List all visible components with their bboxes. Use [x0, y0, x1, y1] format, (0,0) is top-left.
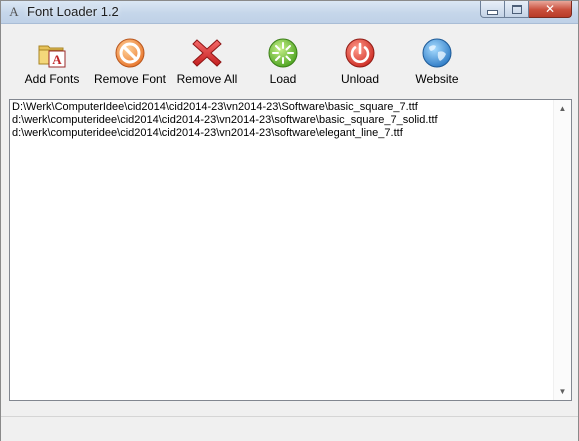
- power-icon: [345, 38, 375, 68]
- font-loader-window: A Font Loader 1.2 ✕ A Add Fonts Remove F…: [0, 0, 579, 441]
- font-list-items: D:\Werk\ComputerIdee\cid2014\cid2014-23\…: [12, 101, 553, 140]
- maximize-icon: [511, 4, 522, 14]
- add-fonts-button[interactable]: A Add Fonts: [12, 31, 92, 89]
- title-bar[interactable]: A Font Loader 1.2 ✕: [1, 1, 578, 24]
- maximize-button[interactable]: [505, 1, 529, 18]
- close-button[interactable]: ✕: [529, 1, 572, 18]
- website-label: Website: [415, 72, 459, 86]
- remove-font-button[interactable]: Remove Font: [89, 31, 171, 89]
- app-icon: A: [9, 4, 19, 19]
- website-button[interactable]: Website: [397, 31, 477, 89]
- load-icon: [268, 38, 298, 68]
- close-icon: ✕: [544, 2, 556, 16]
- font-list-item[interactable]: d:\werk\computeridee\cid2014\cid2014-23\…: [12, 127, 553, 140]
- font-list-item[interactable]: D:\Werk\ComputerIdee\cid2014\cid2014-23\…: [12, 101, 553, 114]
- remove-all-label: Remove All: [176, 72, 238, 86]
- scroll-down-arrow-icon[interactable]: ▼: [554, 383, 571, 400]
- remove-font-label: Remove Font: [93, 72, 167, 86]
- status-bar: [1, 416, 578, 441]
- toolbar: A Add Fonts Remove Font Remove All Load …: [2, 31, 577, 91]
- svg-text:A: A: [52, 52, 62, 67]
- add-fonts-label: Add Fonts: [24, 72, 80, 86]
- load-button[interactable]: Load: [243, 31, 323, 89]
- font-list-item[interactable]: d:\werk\computeridee\cid2014\cid2014-23\…: [12, 114, 553, 127]
- unload-button[interactable]: Unload: [320, 31, 400, 89]
- vertical-scrollbar[interactable]: ▲ ▼: [553, 100, 571, 400]
- load-label: Load: [269, 72, 297, 86]
- minimize-icon: [487, 9, 498, 15]
- remove-all-button[interactable]: Remove All: [167, 31, 247, 89]
- add-fonts-icon: A: [38, 45, 66, 68]
- minimize-button[interactable]: [480, 1, 505, 18]
- globe-icon: [422, 38, 452, 68]
- window-title: Font Loader 1.2: [27, 4, 119, 19]
- scroll-up-arrow-icon[interactable]: ▲: [554, 100, 571, 117]
- font-list[interactable]: D:\Werk\ComputerIdee\cid2014\cid2014-23\…: [9, 99, 572, 401]
- caption-buttons: ✕: [480, 1, 572, 19]
- remove-icon: [115, 38, 145, 68]
- unload-label: Unload: [340, 72, 380, 86]
- remove-all-icon: [192, 39, 222, 67]
